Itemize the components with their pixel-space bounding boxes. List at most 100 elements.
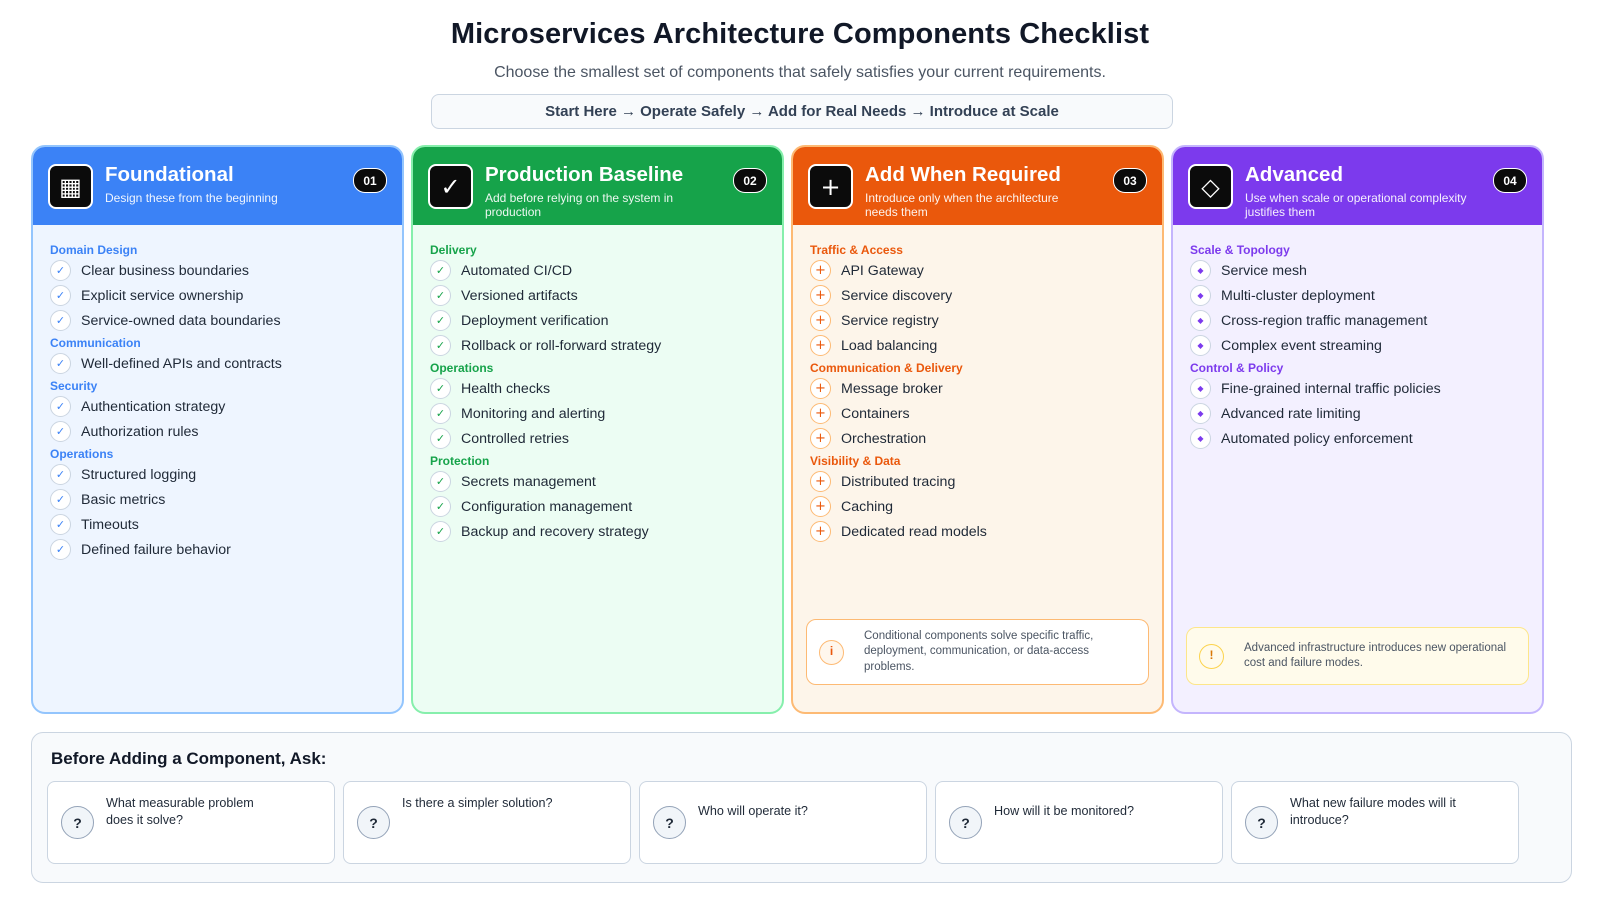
plus-icon: +	[810, 496, 831, 517]
card-body: Traffic & Access + API Gateway + Service dis…	[793, 225, 1162, 544]
check-icon: ✓	[50, 464, 71, 485]
page-title: Microservices Architecture Components Ch…	[450, 18, 1150, 50]
question-icon: ?	[1245, 806, 1278, 839]
checklist-group: Scale & Topology ◆ Service mesh ◆ Multi-clus…	[1190, 242, 1525, 358]
card-add-when-required: + Add When Required Introduce only when th…	[791, 145, 1164, 714]
checklist-item: ✓ Versioned artifacts	[430, 283, 765, 308]
checklist-item: ✓ Authentication strategy	[50, 394, 385, 419]
card-description: Use when scale or operational complexity…	[1245, 191, 1467, 219]
group-title: Operations	[50, 447, 114, 461]
checklist-item: + Dedicated read models	[810, 519, 1145, 544]
item-label: Fine-grained internal traffic policies	[1221, 380, 1441, 397]
question-card: ? Is there a simpler solution?	[343, 781, 631, 864]
check-icon: ✓	[430, 310, 451, 331]
checklist-item: ◆ Complex event streaming	[1190, 333, 1525, 358]
checklist-item: + Caching	[810, 494, 1145, 519]
check-icon: ✓	[50, 539, 71, 560]
diamond-icon: ◆	[1190, 428, 1211, 449]
checklist-group: Operations ✓ Health checks ✓ Monitoring and …	[430, 360, 765, 451]
checklist-item: + Orchestration	[810, 426, 1145, 451]
checklist-item: + Load balancing	[810, 333, 1145, 358]
diamond-icon: ◆	[1190, 378, 1211, 399]
check-icon: ✓	[430, 335, 451, 356]
plus-icon: +	[810, 260, 831, 281]
item-label: Multi-cluster deployment	[1221, 287, 1375, 304]
checklist-item: ✓ Secrets management	[430, 469, 765, 494]
plus-icon: +	[810, 378, 831, 399]
item-label: Service registry	[841, 312, 939, 329]
check-icon: ✓	[50, 260, 71, 281]
item-label: Timeouts	[81, 516, 139, 533]
card-header: ◇ Advanced Use when scale or operational c…	[1173, 147, 1542, 225]
group-title: Domain Design	[50, 243, 138, 257]
check-icon: ✓	[430, 471, 451, 492]
check-icon: ✓	[428, 164, 473, 209]
question-text: Is there a simpler solution?	[402, 796, 553, 810]
question-icon: ?	[949, 806, 982, 839]
item-label: Well-defined APIs and contracts	[81, 355, 282, 372]
checklist-item: ✓ Basic metrics	[50, 487, 385, 512]
checklist-item: ✓ Defined failure behavior	[50, 537, 385, 562]
question-icon: ?	[653, 806, 686, 839]
checklist-group: Control & Policy ◆ Fine-grained internal t…	[1190, 360, 1525, 451]
check-icon: ✓	[50, 489, 71, 510]
check-icon: ✓	[50, 421, 71, 442]
checklist-item: ✓ Service-owned data boundaries	[50, 308, 385, 333]
plus-icon: +	[808, 164, 853, 209]
card-header: ▦ Foundational Design these from the begin…	[33, 147, 402, 225]
checklist-group: Communication & Delivery + Message broker +…	[810, 360, 1145, 451]
check-icon: ✓	[50, 514, 71, 535]
checklist-group: Domain Design ✓ Clear business boundaries ✓…	[50, 242, 385, 333]
question-card: ? What new failure modes will it introduc…	[1231, 781, 1519, 864]
checklist-group: Operations ✓ Structured logging ✓ Basic metr…	[50, 446, 385, 562]
checklist-item: ◆ Advanced rate limiting	[1190, 401, 1525, 426]
checklist-item: ✓ Well-defined APIs and contracts	[50, 351, 385, 376]
card-note: i Conditional components solve specific t…	[806, 619, 1149, 685]
checklist-item: ✓ Automated CI/CD	[430, 258, 765, 283]
item-label: Service mesh	[1221, 262, 1307, 279]
group-title: Visibility & Data	[810, 454, 901, 468]
item-label: Monitoring and alerting	[461, 405, 606, 422]
checklist-group: Traffic & Access + API Gateway + Service dis…	[810, 242, 1145, 358]
diamond-icon: ◆	[1190, 310, 1211, 331]
questions-panel: Before Adding a Component, Ask: ? What me…	[31, 732, 1572, 883]
checklist-item: + Service registry	[810, 308, 1145, 333]
question-card: ? Who will operate it?	[639, 781, 927, 864]
group-title: Security	[50, 379, 98, 393]
item-label: Message broker	[841, 380, 943, 397]
checklist-item: ✓ Backup and recovery strategy	[430, 519, 765, 544]
item-label: Defined failure behavior	[81, 541, 231, 558]
card-description: Introduce only when the architecture nee…	[865, 191, 1059, 219]
page-subtitle: Choose the smallest set of components th…	[494, 64, 1106, 81]
item-label: Structured logging	[81, 466, 197, 483]
check-icon: ✓	[430, 496, 451, 517]
checklist-item: ✓ Structured logging	[50, 462, 385, 487]
note-text: Advanced infrastructure introduces new o…	[1244, 641, 1507, 670]
item-label: Advanced rate limiting	[1221, 405, 1361, 422]
item-label: Health checks	[461, 380, 551, 397]
question-text: What new failure modes will it introduce…	[1290, 796, 1456, 827]
item-label: Basic metrics	[81, 491, 166, 508]
item-label: Caching	[841, 498, 894, 515]
checklist-item: + Distributed tracing	[810, 469, 1145, 494]
plus-icon: +	[810, 521, 831, 542]
checklist-item: ◆ Cross-region traffic management	[1190, 308, 1525, 333]
item-label: Automated policy enforcement	[1221, 430, 1413, 447]
card-number-badge: 01	[353, 168, 387, 193]
item-label: Orchestration	[841, 430, 927, 447]
card-foundational: ▦ Foundational Design these from the begin…	[31, 145, 404, 714]
checklist-item: + Message broker	[810, 376, 1145, 401]
item-label: Explicit service ownership	[81, 287, 244, 304]
checklist-item: ✓ Deployment verification	[430, 308, 765, 333]
checklist-group: Security ✓ Authentication strategy ✓ Authori…	[50, 378, 385, 444]
item-label: Configuration management	[461, 498, 633, 515]
check-icon: ✓	[50, 285, 71, 306]
item-label: Versioned artifacts	[461, 287, 578, 304]
card-title: Advanced	[1245, 163, 1343, 186]
item-label: Service discovery	[841, 287, 953, 304]
checklist-group: Communication ✓ Well-defined APIs and cont…	[50, 335, 385, 376]
item-label: Dedicated read models	[841, 523, 987, 540]
card-number-badge: 02	[733, 168, 767, 193]
item-label: Secrets management	[461, 473, 596, 490]
checklist-item: ◆ Fine-grained internal traffic policies	[1190, 376, 1525, 401]
